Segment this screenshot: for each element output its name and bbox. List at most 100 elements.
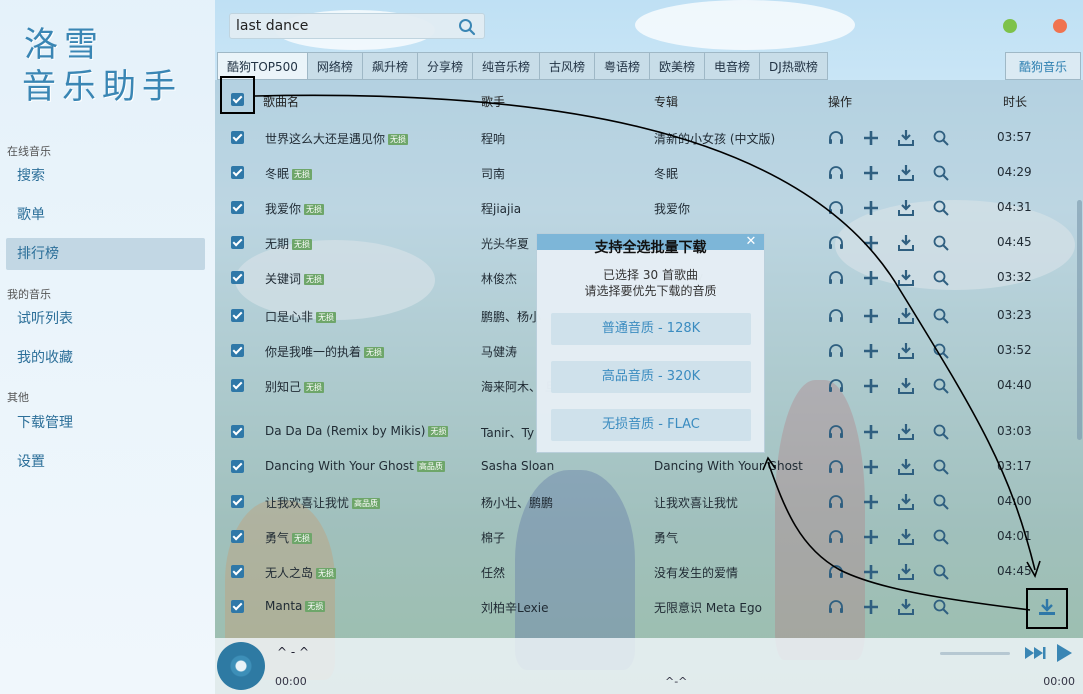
row-checkbox[interactable]	[231, 600, 244, 613]
listen-icon[interactable]	[827, 423, 845, 441]
listen-icon[interactable]	[827, 563, 845, 581]
listen-icon[interactable]	[827, 164, 845, 182]
sidebar-item-playlist[interactable]: 歌单	[6, 199, 205, 231]
download-icon[interactable]	[897, 342, 915, 360]
tab-2[interactable]: 飙升榜	[361, 52, 417, 80]
row-checkbox[interactable]	[231, 530, 244, 543]
search-song-icon[interactable]	[932, 458, 950, 476]
tab-5[interactable]: 古风榜	[538, 52, 594, 80]
table-row[interactable]: Dancing With Your Ghost 高品质 Sasha Sloan Dan…	[215, 449, 1083, 484]
download-icon[interactable]	[897, 234, 915, 252]
row-checkbox[interactable]	[231, 379, 244, 392]
download-icon[interactable]	[897, 458, 915, 476]
row-checkbox[interactable]	[231, 460, 244, 473]
listen-icon[interactable]	[827, 377, 845, 395]
sidebar-item-downloads[interactable]: 下载管理	[6, 407, 205, 439]
search-song-icon[interactable]	[932, 234, 950, 252]
tab-4[interactable]: 纯音乐榜	[471, 52, 539, 80]
listen-icon[interactable]	[827, 458, 845, 476]
tab-8[interactable]: 电音榜	[704, 52, 760, 80]
add-to-list-icon[interactable]	[862, 423, 880, 441]
search-song-icon[interactable]	[932, 563, 950, 581]
add-to-list-icon[interactable]	[862, 493, 880, 511]
quality-128k-button[interactable]: 普通音质 - 128K	[551, 313, 751, 345]
tab-6[interactable]: 粤语榜	[594, 52, 650, 80]
download-icon[interactable]	[897, 493, 915, 511]
table-row[interactable]: 勇气 无损 棉子 勇气 04:01	[215, 519, 1083, 554]
listen-icon[interactable]	[827, 342, 845, 360]
listen-icon[interactable]	[827, 307, 845, 325]
row-checkbox[interactable]	[231, 344, 244, 357]
row-checkbox[interactable]	[231, 201, 244, 214]
table-row[interactable]: 让我欢喜让我忧 高品质 杨小壮、鹏鹏 让我欢喜让我忧 04:00	[215, 484, 1083, 519]
quality-320k-button[interactable]: 高品音质 - 320K	[551, 361, 751, 393]
sidebar-item-trial-list[interactable]: 试听列表	[6, 303, 205, 335]
add-to-list-icon[interactable]	[862, 199, 880, 217]
add-to-list-icon[interactable]	[862, 234, 880, 252]
add-to-list-icon[interactable]	[862, 269, 880, 287]
search-song-icon[interactable]	[932, 129, 950, 147]
search-song-icon[interactable]	[932, 423, 950, 441]
download-icon[interactable]	[897, 307, 915, 325]
row-checkbox[interactable]	[231, 425, 244, 438]
search-song-icon[interactable]	[932, 199, 950, 217]
add-to-list-icon[interactable]	[862, 563, 880, 581]
tab-9[interactable]: DJ热歌榜	[759, 52, 828, 80]
download-icon[interactable]	[897, 598, 915, 616]
sidebar-item-favorites[interactable]: 我的收藏	[6, 342, 205, 374]
table-row[interactable]: 我爱你 无损 程jiajia 我爱你 04:31	[215, 190, 1083, 225]
tab-3[interactable]: 分享榜	[416, 52, 472, 80]
download-icon[interactable]	[897, 129, 915, 147]
listen-icon[interactable]	[827, 129, 845, 147]
row-checkbox[interactable]	[231, 495, 244, 508]
sidebar-item-leaderboard[interactable]: 排行榜	[6, 238, 205, 270]
download-icon[interactable]	[897, 269, 915, 287]
add-to-list-icon[interactable]	[862, 129, 880, 147]
minimize-button[interactable]	[1003, 19, 1017, 33]
search-song-icon[interactable]	[932, 598, 950, 616]
volume-slider[interactable]	[940, 652, 1010, 655]
add-to-list-icon[interactable]	[862, 342, 880, 360]
search-input[interactable]	[230, 14, 440, 38]
table-row[interactable]: 世界这么大还是遇见你 无损 程响 清新的小女孩 (中文版) 03:57	[215, 120, 1083, 155]
listen-icon[interactable]	[827, 199, 845, 217]
quality-flac-button[interactable]: 无损音质 - FLAC	[551, 409, 751, 441]
download-icon[interactable]	[897, 164, 915, 182]
add-to-list-icon[interactable]	[862, 528, 880, 546]
sidebar-item-search[interactable]: 搜索	[6, 160, 205, 192]
search-song-icon[interactable]	[932, 528, 950, 546]
search-song-icon[interactable]	[932, 342, 950, 360]
row-checkbox[interactable]	[231, 166, 244, 179]
table-row[interactable]: 冬眠 无损 司南 冬眠 04:29	[215, 155, 1083, 190]
listen-icon[interactable]	[827, 269, 845, 287]
row-checkbox[interactable]	[231, 236, 244, 249]
search-song-icon[interactable]	[932, 377, 950, 395]
add-to-list-icon[interactable]	[862, 458, 880, 476]
row-checkbox[interactable]	[231, 271, 244, 284]
download-icon[interactable]	[897, 377, 915, 395]
search-song-icon[interactable]	[932, 164, 950, 182]
table-row[interactable]: Manta 无损 刘柏辛Lexie 无限意识 Meta Ego	[215, 589, 1083, 624]
search-song-icon[interactable]	[932, 493, 950, 511]
next-track-icon[interactable]	[1023, 645, 1047, 661]
tab-1[interactable]: 网络榜	[306, 52, 362, 80]
download-icon[interactable]	[897, 199, 915, 217]
listen-icon[interactable]	[827, 598, 845, 616]
add-to-list-icon[interactable]	[862, 164, 880, 182]
row-checkbox[interactable]	[231, 565, 244, 578]
search-song-icon[interactable]	[932, 269, 950, 287]
row-checkbox[interactable]	[231, 131, 244, 144]
tab-7[interactable]: 欧美榜	[649, 52, 705, 80]
add-to-list-icon[interactable]	[862, 307, 880, 325]
search-song-icon[interactable]	[932, 307, 950, 325]
table-row[interactable]: 无人之岛 无损 任然 没有发生的爱情 04:45	[215, 554, 1083, 589]
download-icon[interactable]	[897, 563, 915, 581]
play-icon[interactable]	[1055, 643, 1073, 663]
table-scrollbar[interactable]	[1077, 200, 1082, 440]
listen-icon[interactable]	[827, 493, 845, 511]
listen-icon[interactable]	[827, 234, 845, 252]
download-icon[interactable]	[897, 528, 915, 546]
close-window-button[interactable]	[1053, 19, 1067, 33]
close-icon[interactable]: ✕	[744, 235, 758, 249]
row-checkbox[interactable]	[231, 309, 244, 322]
